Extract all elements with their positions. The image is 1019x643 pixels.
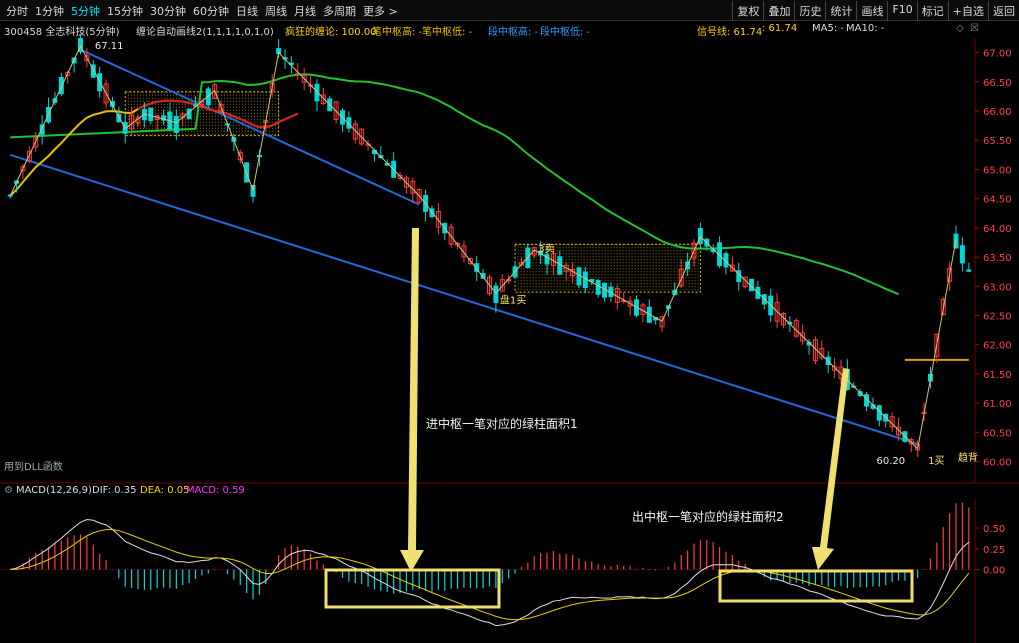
macd-tick-label: 0.50 — [983, 524, 1005, 535]
short-ma-red-segment — [137, 99, 299, 129]
price-tick-label: 65.00 — [983, 165, 1012, 176]
candle-body — [966, 269, 972, 272]
price-tick-label: 62.00 — [983, 341, 1012, 352]
candle-body — [116, 113, 122, 123]
candle-body — [595, 280, 601, 295]
price-label-0: 67.11 — [95, 41, 124, 52]
annotation-area-2: 出中枢一笔对应的绿柱面积2 — [632, 509, 784, 524]
candle-body — [959, 245, 965, 264]
price-tick-label: 60.50 — [983, 428, 1012, 439]
annotation-area-1: 进中枢一笔对应的绿柱面积1 — [426, 416, 578, 431]
price-tick-label: 65.50 — [983, 136, 1012, 147]
price-label-2: 盘1买 — [500, 293, 526, 306]
price-tick-label: 61.50 — [983, 370, 1012, 381]
price-tick-label: 63.00 — [983, 282, 1012, 293]
dll-note: 用到DLL函数 — [4, 460, 63, 473]
macd-tick-label: 0.00 — [983, 566, 1005, 577]
price-label-1: 3卖 — [538, 243, 554, 255]
price-tick-label: 66.00 — [983, 107, 1012, 118]
candle-body — [173, 115, 179, 133]
candlestick-chart[interactable]: 67.113卖盘1买60.20 1买 趋背用到DLL函数 67.0066.5066.… — [0, 0, 1019, 643]
candle-body — [58, 76, 64, 95]
bi-stroke-line — [9, 45, 957, 450]
candle-body — [576, 267, 582, 286]
price-tick-label: 64.50 — [983, 195, 1012, 206]
price-tick-label: 64.00 — [983, 224, 1012, 235]
candle-body — [493, 285, 499, 303]
price-tick-label: 62.50 — [983, 312, 1012, 323]
candle-body — [697, 227, 703, 244]
price-label-4: 1买 — [928, 455, 944, 467]
price-tick-label: 63.50 — [983, 253, 1012, 264]
price-tick-label: 66.50 — [983, 78, 1012, 89]
price-label-3: 60.20 — [877, 456, 906, 467]
candle-body — [148, 107, 154, 121]
macd-tick-label: 0.25 — [983, 545, 1005, 556]
price-tick-label: 60.00 — [983, 458, 1012, 469]
price-tick-label: 61.00 — [983, 399, 1012, 410]
arrow-area-2 — [812, 368, 849, 570]
downtrend-line — [9, 153, 918, 445]
price-tick-label: 67.00 — [983, 49, 1012, 60]
